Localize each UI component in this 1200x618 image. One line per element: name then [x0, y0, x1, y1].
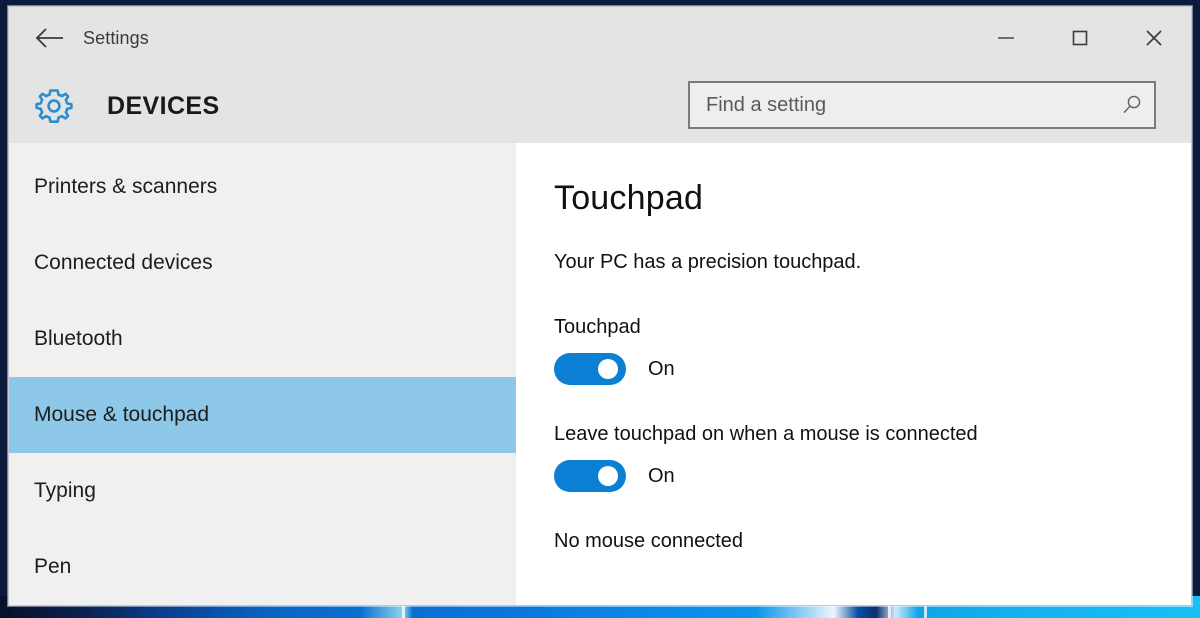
leave-touchpad-on-toggle[interactable]	[554, 460, 626, 492]
toggle-row: On	[554, 353, 1151, 385]
page-title: Touchpad	[554, 181, 1151, 215]
setting-group-touchpad: Touchpad On	[554, 316, 1151, 385]
toggle-knob	[598, 466, 618, 486]
sidebar-item-label: Connected devices	[34, 251, 213, 275]
setting-label: Leave touchpad on when a mouse is connec…	[554, 423, 1151, 446]
sidebar-item-label: Typing	[34, 479, 96, 503]
sidebar-item-mouse-and-touchpad[interactable]: Mouse & touchpad	[9, 377, 516, 453]
setting-label: Touchpad	[554, 316, 1151, 339]
content-pane: Touchpad Your PC has a precision touchpa…	[516, 143, 1191, 605]
sidebar-item-label: Bluetooth	[34, 327, 123, 351]
sidebar-item-pen[interactable]: Pen	[9, 529, 516, 605]
touchpad-toggle[interactable]	[554, 353, 626, 385]
sidebar-item-label: Pen	[34, 555, 71, 579]
window-body: Printers & scanners Connected devices Bl…	[9, 143, 1191, 605]
search-input[interactable]	[690, 83, 1110, 127]
toggle-state-label: On	[648, 358, 675, 381]
mouse-status: No mouse connected	[554, 530, 1151, 553]
sidebar-item-bluetooth[interactable]: Bluetooth	[9, 301, 516, 377]
minimize-button[interactable]	[969, 7, 1043, 69]
desktop-background: Settings	[0, 0, 1200, 618]
gear-icon	[31, 83, 77, 129]
search-box[interactable]	[688, 81, 1156, 129]
close-button[interactable]	[1117, 7, 1191, 69]
back-button[interactable]	[21, 16, 77, 60]
sidebar: Printers & scanners Connected devices Bl…	[9, 143, 516, 605]
toggle-knob	[598, 359, 618, 379]
window-title: Settings	[83, 28, 149, 49]
sidebar-item-connected-devices[interactable]: Connected devices	[9, 225, 516, 301]
touchpad-description: Your PC has a precision touchpad.	[554, 251, 1151, 274]
sidebar-item-printers-and-scanners[interactable]: Printers & scanners	[9, 149, 516, 225]
toggle-state-label: On	[648, 465, 675, 488]
title-bar: Settings	[9, 7, 1191, 69]
maximize-button[interactable]	[1043, 7, 1117, 69]
sidebar-item-label: Mouse & touchpad	[34, 403, 209, 427]
search-icon[interactable]	[1110, 83, 1154, 127]
sidebar-item-typing[interactable]: Typing	[9, 453, 516, 529]
toggle-row: On	[554, 460, 1151, 492]
category-title: DEVICES	[107, 92, 220, 121]
settings-window: Settings	[8, 6, 1192, 606]
app-header: DEVICES	[9, 69, 1191, 143]
setting-group-leave-touchpad-on: Leave touchpad on when a mouse is connec…	[554, 423, 1151, 492]
window-controls	[969, 7, 1191, 69]
sidebar-item-label: Printers & scanners	[34, 175, 217, 199]
